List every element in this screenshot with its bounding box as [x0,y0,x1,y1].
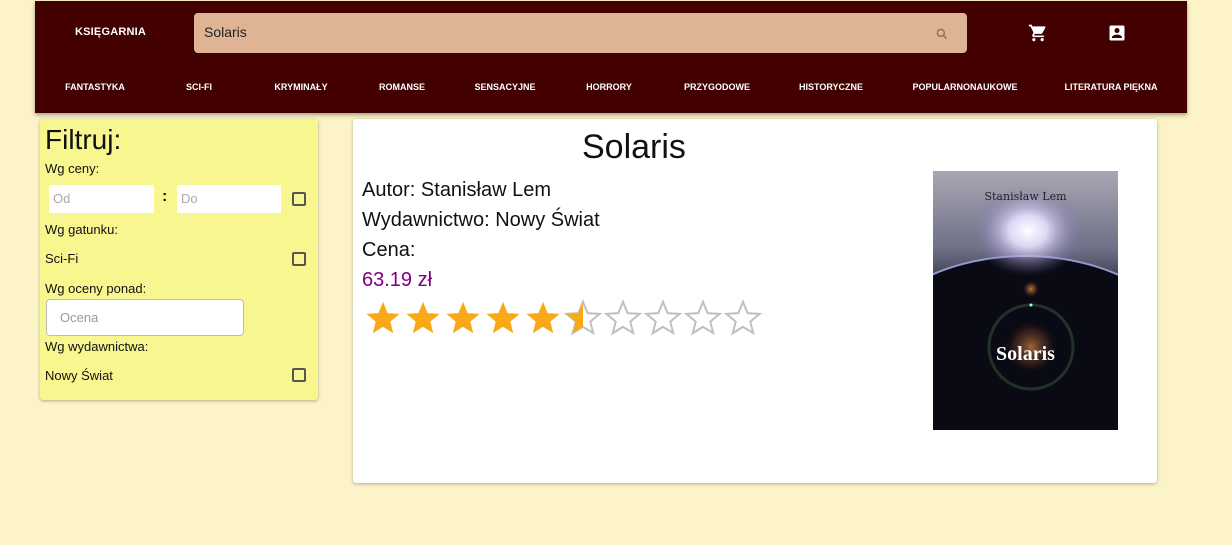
book-cover-image: Stanisław Lem Solaris [933,171,1118,430]
cover-author: Stanisław Lem [984,190,1067,203]
rating-star-6-icon[interactable] [564,299,602,337]
cover-art [933,171,1118,430]
book-price-label: Cena: [362,239,416,261]
price-from-input[interactable]: Od [49,185,154,213]
price-filter-checkbox[interactable] [292,192,306,206]
nav-item-popularnonaukowe[interactable]: POPULARNONAUKOWE [913,82,1018,92]
price-to-input[interactable]: Do [177,185,281,213]
rating-star-10-icon[interactable] [724,299,762,337]
rating-star-7-icon[interactable] [604,299,642,337]
search-bar[interactable]: Solaris [194,13,967,53]
rating-star-5-icon[interactable] [524,299,562,337]
account-box-icon[interactable] [1107,23,1127,43]
rating-star-2-icon[interactable] [404,299,442,337]
top-bar: KSIĘGARNIA Solaris FANTASTYKA SCI-FI KRY… [35,1,1187,113]
rating-input[interactable]: Ocena [46,299,244,336]
brand-link[interactable]: KSIĘGARNIA [75,26,146,38]
price-filter-label: Wg ceny: [45,161,100,176]
price-separator: : [162,188,168,205]
search-icon[interactable] [935,27,949,41]
book-publisher: Wydawnictwo: Nowy Świat [362,209,600,231]
nav-item-sensacyjne[interactable]: SENSACYJNE [474,82,535,92]
publisher-option-label: Nowy Świat [45,368,113,383]
filter-panel: Filtruj: Wg ceny: Od : Do Wg gatunku: Sc… [40,119,318,400]
genre-option-checkbox[interactable] [292,252,306,266]
nav-item-przygodowe[interactable]: PRZYGODOWE [684,82,750,92]
search-input[interactable]: Solaris [204,24,247,40]
genre-filter-label: Wg gatunku: [45,222,118,237]
rating-star-1-icon[interactable] [364,299,402,337]
nav-item-literatura-piekna[interactable]: LITERATURA PIĘKNA [1065,82,1158,92]
publisher-option-checkbox[interactable] [292,368,306,382]
nav-item-romanse[interactable]: ROMANSE [379,82,425,92]
nav-item-horrory[interactable]: HORRORY [586,82,632,92]
rating-star-3-icon[interactable] [444,299,482,337]
nav-item-sci-fi[interactable]: SCI-FI [186,82,212,92]
category-nav: FANTASTYKA SCI-FI KRYMINAŁY ROMANSE SENS… [35,82,1187,96]
cart-icon[interactable] [1028,23,1048,43]
nav-item-historyczne[interactable]: HISTORYCZNE [799,82,863,92]
rating-star-4-icon[interactable] [484,299,522,337]
nav-item-kryminaly[interactable]: KRYMINAŁY [274,82,327,92]
book-author: Autor: Stanisław Lem [362,179,551,201]
rating-star-8-icon[interactable] [644,299,682,337]
book-detail-card: Solaris Autor: Stanisław Lem Wydawnictwo… [353,119,1157,483]
nav-item-fantastyka[interactable]: FANTASTYKA [65,82,125,92]
filter-title: Filtruj: [45,124,122,155]
book-price: 63.19 zł [362,269,433,291]
genre-option-label: Sci-Fi [45,251,79,266]
book-title: Solaris [582,128,686,166]
rating-star-9-icon[interactable] [684,299,722,337]
cover-title: Solaris [996,343,1055,365]
publisher-filter-label: Wg wydawnictwa: [45,339,149,354]
rating-filter-label: Wg oceny ponad: [45,281,147,296]
